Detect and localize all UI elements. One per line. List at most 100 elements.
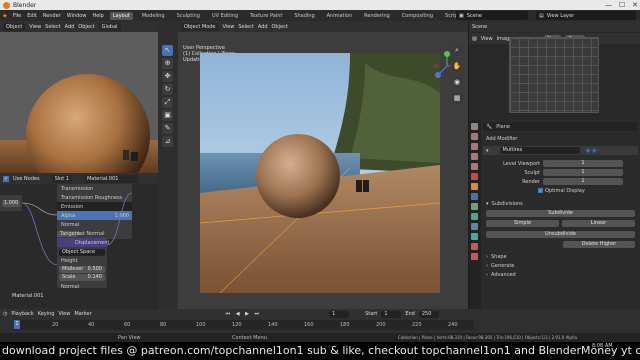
menu-playback[interactable]: Playback [11, 311, 33, 317]
object-tab-icon[interactable] [471, 183, 478, 190]
material-dropdown[interactable]: Material.001 [83, 174, 139, 183]
tab-texture-paint[interactable]: Texture Paint [247, 12, 285, 20]
tab-sculpting[interactable]: Sculpting [174, 12, 203, 20]
timeline-ruler[interactable]: 1204060801001201401601802002202401 [14, 320, 474, 330]
menu-view[interactable]: View [223, 24, 235, 30]
scale-field[interactable]: Scale 0.140 [59, 274, 105, 281]
view-layer-selector[interactable]: ▤ View Layer [536, 11, 636, 20]
object-mode-dropdown[interactable]: Object Mode [181, 22, 219, 31]
left-viewport[interactable]: Object View Select Add Object Global [0, 21, 158, 173]
optimal-display-row[interactable]: ✓ Optimal Display [483, 186, 638, 195]
menu-view-image[interactable]: View [481, 36, 493, 42]
left-mode-dropdown[interactable]: Object [3, 22, 26, 31]
texture-tab-icon[interactable] [471, 253, 478, 260]
left-orientation-dropdown[interactable]: Global [98, 22, 121, 31]
linear-button[interactable]: Linear [562, 220, 635, 227]
measure-tool-icon[interactable]: ⊿ [162, 136, 173, 147]
subdivide-button[interactable]: Subdivide [486, 210, 635, 217]
tab-shading[interactable]: Shading [291, 12, 317, 20]
simple-button[interactable]: Simple [486, 220, 559, 227]
level-viewport-field[interactable]: 1 [543, 160, 623, 167]
modifier-name-field[interactable]: Multires [499, 147, 580, 154]
playhead[interactable]: 1 [14, 320, 20, 329]
end-field[interactable]: 250 [418, 310, 439, 318]
output-tab-icon[interactable] [471, 143, 478, 150]
timeline-editor-icon[interactable]: ◷ [3, 311, 7, 317]
scene-tab-icon[interactable] [471, 163, 478, 170]
close-button[interactable]: ✕ [632, 1, 638, 9]
rotate-tool-icon[interactable]: ↻ [162, 84, 173, 95]
material-tab-icon[interactable] [471, 243, 478, 250]
particles-tab-icon[interactable] [471, 203, 478, 210]
menu-select[interactable]: Select [238, 24, 253, 30]
delete-higher-button[interactable]: Delete Higher [563, 241, 635, 248]
tangent-socket[interactable]: Tangent [57, 231, 80, 237]
node-alpha-row[interactable]: Alpha 1.000 [57, 211, 132, 220]
menu-keying[interactable]: Keying [38, 311, 55, 317]
advanced-section[interactable]: › Advanced [483, 270, 638, 279]
left-menu-view[interactable]: View [29, 24, 41, 30]
tab-modeling[interactable]: Modeling [139, 12, 168, 20]
scale-tool-icon[interactable]: ⤢ [162, 97, 173, 108]
select-tool-icon[interactable]: ↖ [162, 45, 173, 56]
image-canvas-grid[interactable] [509, 37, 599, 113]
hand-pan-icon[interactable]: ✋ [451, 60, 463, 72]
menu-window[interactable]: Window [67, 13, 87, 19]
world-tab-icon[interactable] [471, 173, 478, 180]
midlevel-field[interactable]: Midlevel 0.500 [59, 266, 105, 273]
blender-menu-icon[interactable]: ◆ [3, 13, 7, 19]
tab-uv-editing[interactable]: UV Editing [209, 12, 241, 20]
modifier-header[interactable]: ▾ Multires ▣ ▣ [483, 146, 638, 155]
left-menu-add[interactable]: Add [65, 24, 75, 30]
tab-animation[interactable]: Animation [324, 12, 356, 20]
physics-tab-icon[interactable] [471, 213, 478, 220]
camera-view-icon[interactable]: ◉ [451, 76, 463, 88]
menu-timeline-view[interactable]: View [58, 311, 70, 317]
expand-icon[interactable]: ▾ [486, 148, 489, 154]
slot-dropdown[interactable]: Slot 1 [51, 174, 72, 183]
use-nodes-checkbox[interactable]: ✓ [3, 175, 9, 182]
main-3d-viewport[interactable]: Object Mode View Select Add Object User … [178, 21, 468, 309]
render-tab-icon[interactable] [471, 133, 478, 140]
menu-help[interactable]: Help [92, 13, 103, 19]
menu-render[interactable]: Render [43, 13, 61, 19]
generate-section[interactable]: › Generate [483, 261, 638, 270]
space-dropdown[interactable]: Object Space [59, 249, 105, 256]
sculpt-field[interactable]: 1 [543, 169, 623, 176]
image-editor-panel[interactable]: Scene ▨ View Image New Open [469, 21, 640, 120]
left-menu-object[interactable]: Object [78, 24, 94, 30]
properties-editor[interactable]: 🔧 Plane Add Modifier ▾ Multires ▣ ▣ Leve… [469, 120, 640, 309]
move-tool-icon[interactable]: ✥ [162, 71, 173, 82]
data-tab-icon[interactable] [471, 233, 478, 240]
transform-tool-icon[interactable]: ▣ [162, 110, 173, 121]
view-layer-tab-icon[interactable] [471, 153, 478, 160]
grid-toggle-icon[interactable]: ▦ [451, 92, 463, 104]
tab-layout[interactable]: Layout [109, 11, 133, 20]
shape-section[interactable]: › Shape [483, 252, 638, 261]
tab-compositing[interactable]: Compositing [399, 12, 436, 20]
menu-edit[interactable]: Edit [27, 13, 37, 19]
constraints-tab-icon[interactable] [471, 223, 478, 230]
scene-selector[interactable]: ▣ Scene [456, 11, 528, 20]
add-modifier-dropdown[interactable]: Add Modifier [483, 134, 638, 143]
tool-tab-icon[interactable] [471, 123, 478, 130]
current-frame-field[interactable]: 1 [329, 310, 350, 318]
cursor-tool-icon[interactable]: ⊕ [162, 58, 173, 69]
timeline[interactable]: ◷ Playback Keying View Marker ⏮ ◀ ▶ ⏭ 1 … [0, 309, 640, 333]
value-node-field[interactable]: 1.000 [2, 200, 20, 207]
shader-node-editor[interactable]: ✓ Use Nodes Slot 1 Material.001 1.000 Tr… [0, 173, 158, 309]
start-field[interactable]: 1 [381, 310, 402, 318]
play-controls[interactable]: ⏮ ◀ ▶ ⏭ [226, 311, 261, 317]
menu-object[interactable]: Object [272, 24, 288, 30]
displacement-node[interactable]: Displacement Object Space Height Midleve… [57, 238, 109, 290]
image-editor-icon[interactable]: ▨ [472, 36, 477, 42]
left-menu-select[interactable]: Select [45, 24, 60, 30]
menu-file[interactable]: File [13, 13, 21, 19]
subdivisions-section[interactable]: ▾ Subdivisions [483, 199, 638, 208]
value-node[interactable]: 1.000 [0, 195, 22, 211]
unsubdivide-button[interactable]: Unsubdivide [486, 231, 635, 238]
optimal-display-checkbox[interactable]: ✓ [538, 188, 543, 193]
render-field[interactable]: 1 [543, 178, 623, 185]
zoom-icon[interactable]: ⌕ [451, 44, 463, 56]
modifier-visibility-icons[interactable]: ▣ ▣ [586, 148, 597, 154]
